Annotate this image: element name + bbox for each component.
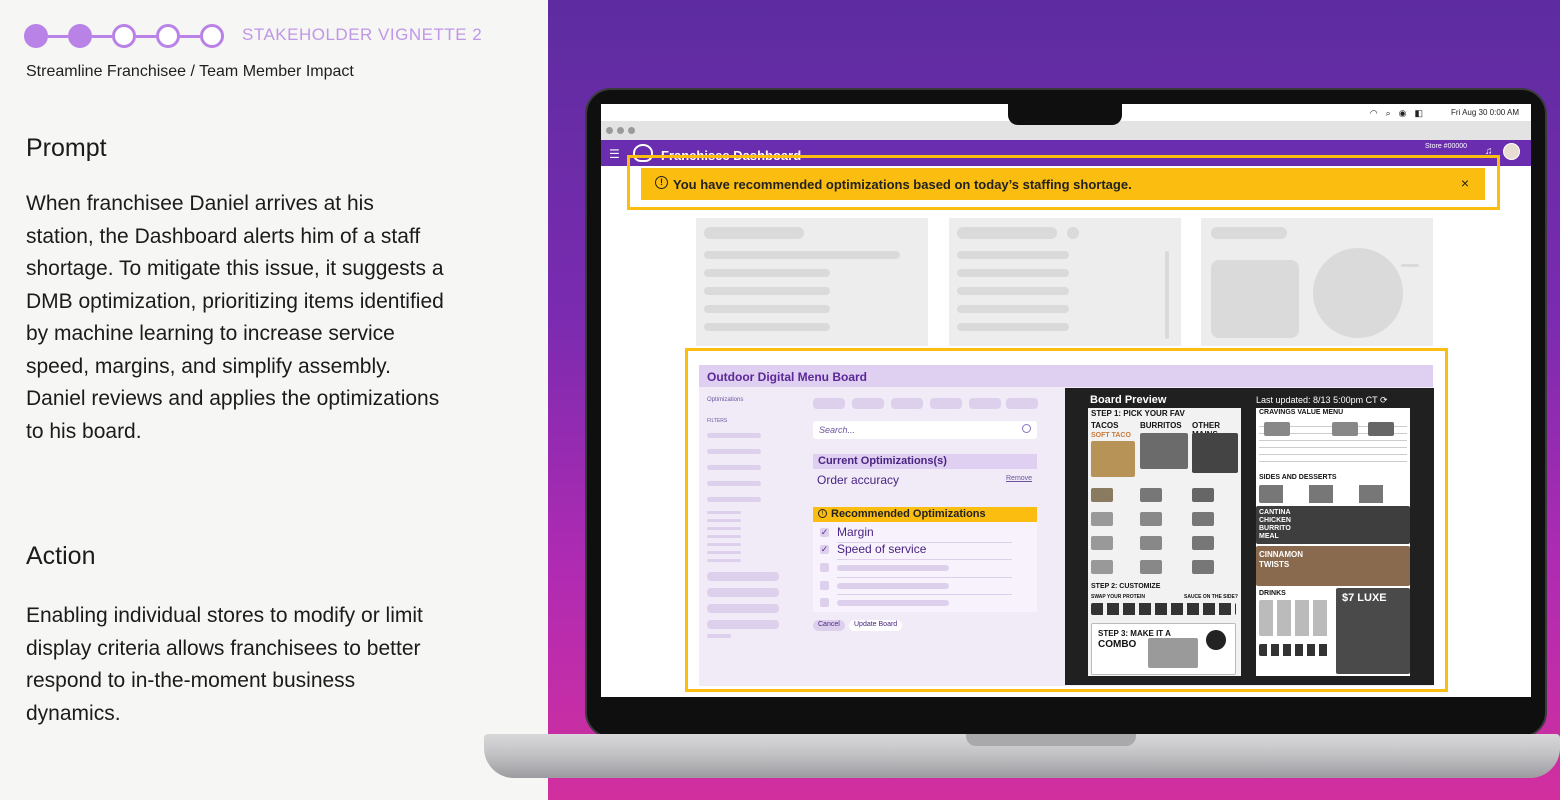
step-connector bbox=[48, 34, 68, 38]
vignette-subtitle: Streamline Franchisee / Team Member Impa… bbox=[26, 63, 354, 80]
maximize-window-button[interactable] bbox=[628, 127, 635, 134]
action-heading: Action bbox=[26, 542, 96, 570]
step-dot-5 bbox=[200, 24, 224, 48]
wifi-icon[interactable]: ◠ bbox=[1370, 108, 1386, 118]
step-dot-1 bbox=[24, 24, 48, 48]
step-dot-4 bbox=[156, 24, 180, 48]
skeleton-card bbox=[949, 218, 1181, 346]
laptop-base-notch bbox=[966, 734, 1136, 746]
vignette-label: STAKEHOLDER VIGNETTE 2 bbox=[242, 25, 483, 44]
dmb-highlight-frame bbox=[685, 348, 1448, 692]
prompt-heading: Prompt bbox=[26, 134, 107, 162]
progress-stepper bbox=[24, 24, 224, 48]
skeleton-card bbox=[696, 218, 928, 346]
menubar-status-icons: ◠⌕◉◧ bbox=[1370, 108, 1431, 119]
alert-highlight-frame bbox=[627, 155, 1500, 210]
close-window-button[interactable] bbox=[606, 127, 613, 134]
control-center-icon[interactable]: ◧ bbox=[1414, 108, 1431, 118]
user-icon[interactable]: ◉ bbox=[1399, 108, 1415, 118]
step-connector bbox=[136, 34, 156, 38]
left-panel: STAKEHOLDER VIGNETTE 2 Streamline Franch… bbox=[0, 0, 548, 800]
step-dot-3 bbox=[112, 24, 136, 48]
camera-notch bbox=[1008, 104, 1122, 125]
search-icon[interactable]: ⌕ bbox=[1386, 108, 1399, 118]
step-connector bbox=[92, 34, 112, 38]
step-connector bbox=[180, 34, 200, 38]
minimize-window-button[interactable] bbox=[617, 127, 624, 134]
action-body: Enabling individual stores to modify or … bbox=[26, 604, 423, 725]
prompt-body: When franchisee Daniel arrives at his st… bbox=[26, 192, 444, 443]
step-dot-2 bbox=[68, 24, 92, 48]
menubar-datetime[interactable]: Fri Aug 30 0:00 AM bbox=[1451, 108, 1519, 117]
store-number[interactable]: Store #00000 bbox=[1425, 143, 1467, 150]
skeleton-card bbox=[1201, 218, 1433, 346]
user-avatar[interactable] bbox=[1503, 143, 1520, 160]
hamburger-menu-icon[interactable]: ☰ bbox=[609, 147, 620, 161]
